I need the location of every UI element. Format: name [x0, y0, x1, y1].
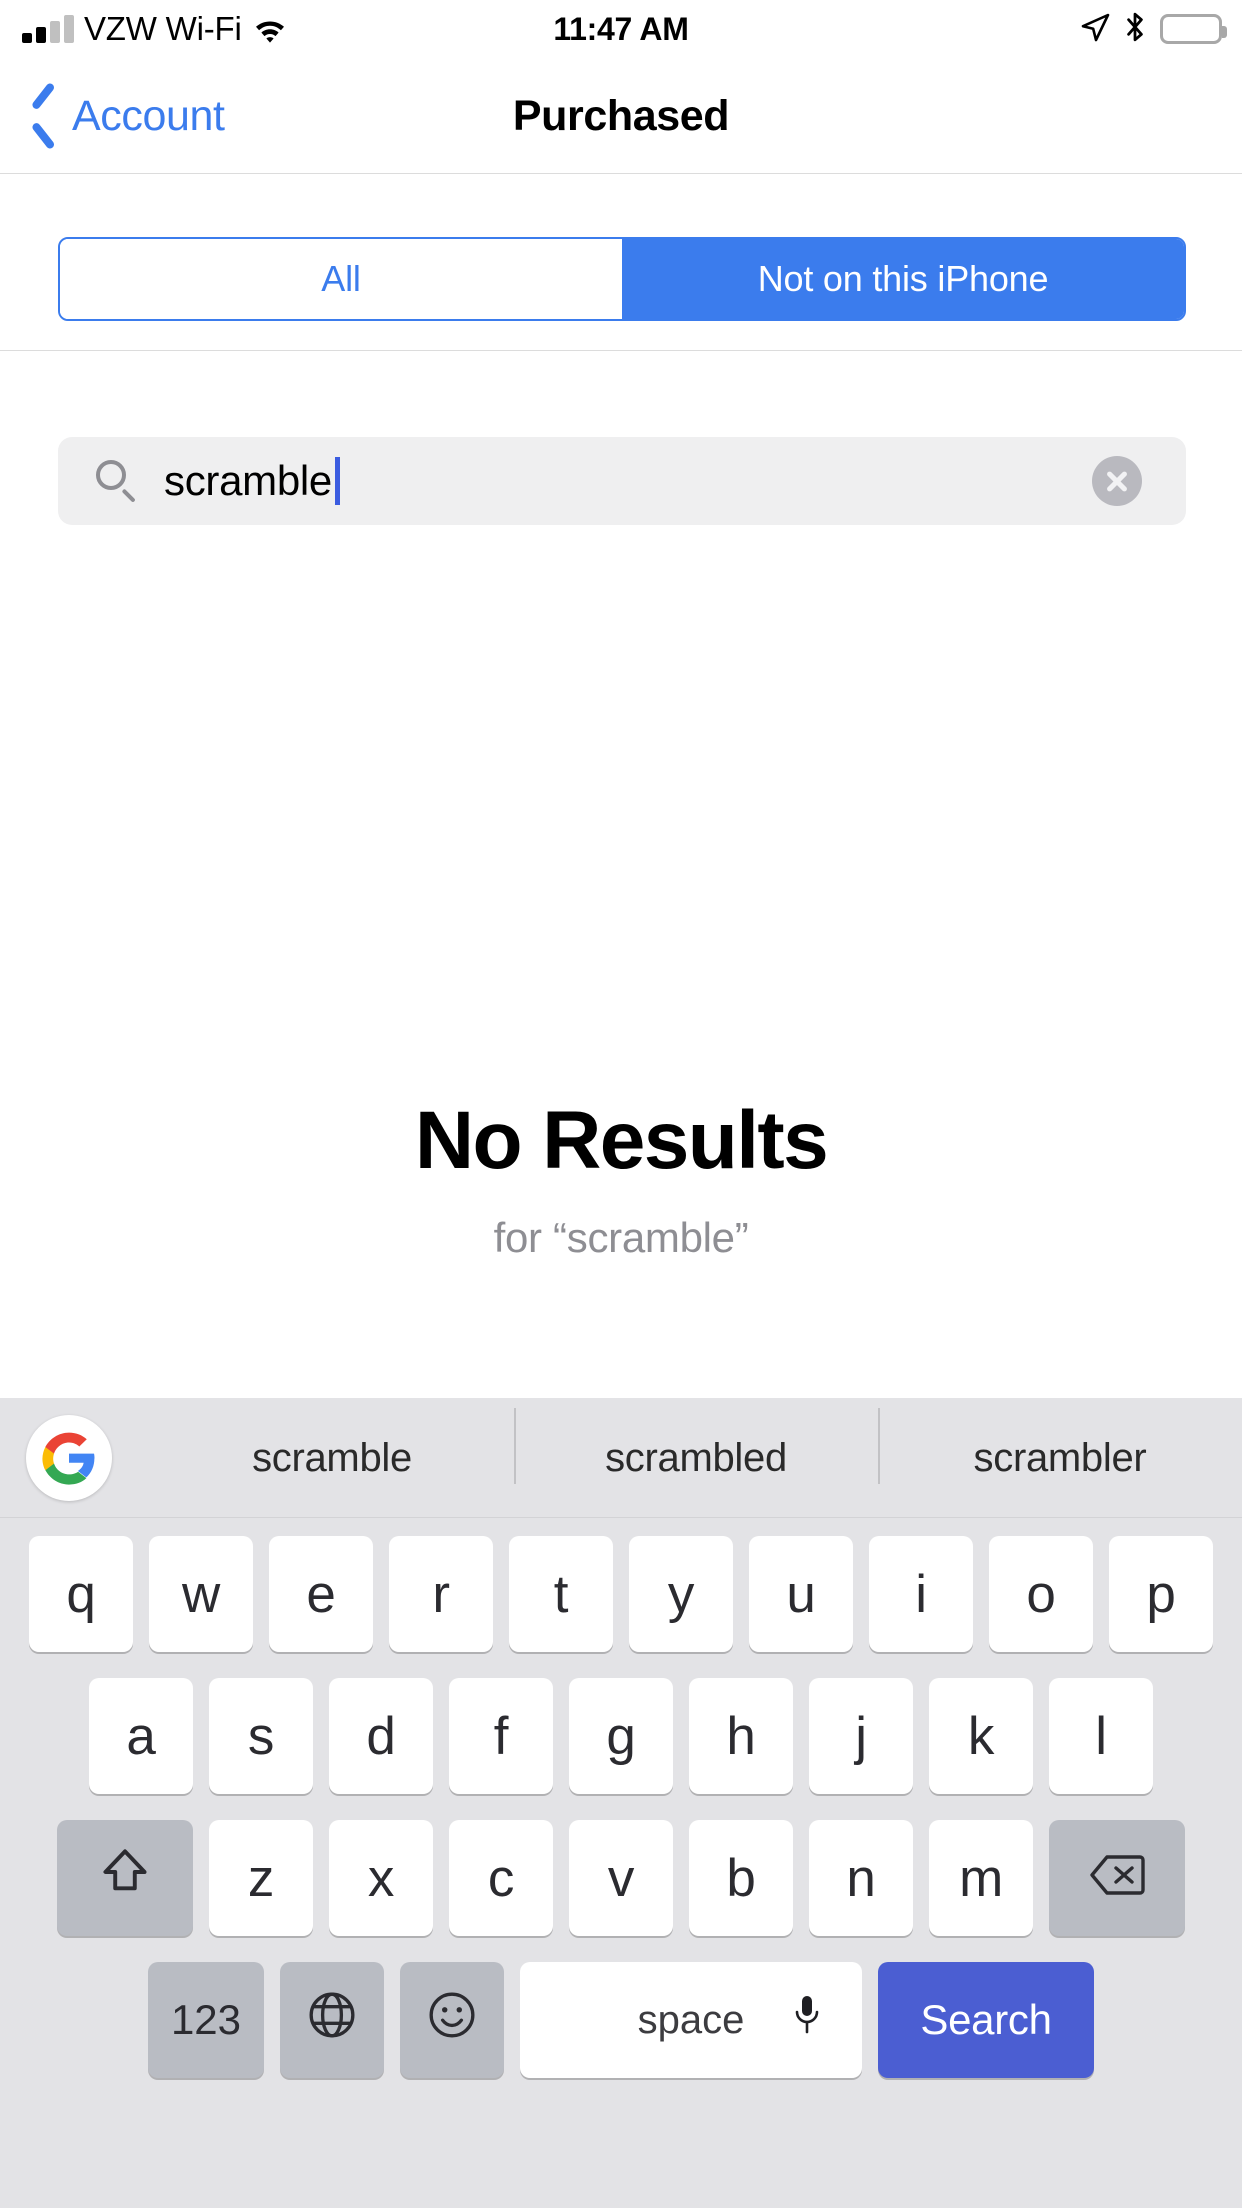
key-g[interactable]: g — [569, 1678, 673, 1794]
shift-key[interactable] — [57, 1820, 193, 1936]
empty-state: No Results for “scramble” — [0, 1100, 1242, 1262]
microphone-icon[interactable] — [794, 1994, 828, 2046]
key-l[interactable]: l — [1049, 1678, 1153, 1794]
suggestion-list: scramble scrambled scrambler — [150, 1398, 1242, 1518]
key-v[interactable]: v — [569, 1820, 673, 1936]
text-caret — [334, 457, 340, 505]
segment-all[interactable]: All — [60, 239, 622, 319]
search-key[interactable]: Search — [878, 1962, 1094, 2078]
suggestion-item-3[interactable]: scrambler — [878, 1407, 1242, 1484]
key-b[interactable]: b — [689, 1820, 793, 1936]
bluetooth-icon — [1124, 11, 1146, 48]
search-field[interactable]: scramble — [58, 437, 1186, 525]
key-h[interactable]: h — [689, 1678, 793, 1794]
app-screen: VZW Wi-Fi 11:47 AM Account Purchased All… — [0, 0, 1242, 2208]
empty-state-title: No Results — [414, 1095, 829, 1186]
status-bar: VZW Wi-Fi 11:47 AM — [0, 0, 1242, 58]
key-p[interactable]: p — [1109, 1536, 1213, 1652]
clear-search-button[interactable] — [1092, 456, 1142, 506]
keyboard-row-4: 123 space Search — [0, 1962, 1242, 2078]
purchased-filter-segmented-control[interactable]: All Not on this iPhone — [58, 237, 1186, 321]
key-u[interactable]: u — [749, 1536, 853, 1652]
key-d[interactable]: d — [329, 1678, 433, 1794]
suggestion-item-1[interactable]: scramble — [150, 1436, 514, 1481]
shift-arrow-icon — [101, 1847, 149, 1910]
keyboard-suggestion-bar: scramble scrambled scrambler — [0, 1398, 1242, 1518]
status-bar-right — [1080, 0, 1227, 58]
keyboard-row-1: q w e r t y u i o p — [0, 1536, 1242, 1652]
search-input-text[interactable]: scramble — [164, 457, 340, 505]
key-r[interactable]: r — [389, 1536, 493, 1652]
suggestion-item-2[interactable]: scrambled — [514, 1407, 878, 1484]
numbers-key[interactable]: 123 — [148, 1962, 264, 2078]
globe-language-icon — [307, 1990, 357, 2050]
segmented-control-container: All Not on this iPhone — [0, 175, 1242, 351]
key-j[interactable]: j — [809, 1678, 913, 1794]
key-t[interactable]: t — [509, 1536, 613, 1652]
emoji-smiley-icon — [427, 1990, 477, 2050]
search-icon — [94, 458, 140, 504]
backspace-key[interactable] — [1049, 1820, 1185, 1936]
navigation-bar: Account Purchased — [0, 58, 1242, 174]
key-m[interactable]: m — [929, 1820, 1033, 1936]
space-key-label: space — [637, 1997, 745, 2042]
keyboard-rows: q w e r t y u i o p a s d f g h j k l z … — [0, 1518, 1242, 2078]
key-z[interactable]: z — [209, 1820, 313, 1936]
backspace-delete-icon — [1089, 1848, 1145, 1909]
key-a[interactable]: a — [89, 1678, 193, 1794]
key-n[interactable]: n — [809, 1820, 913, 1936]
keyboard-row-2: a s d f g h j k l — [0, 1678, 1242, 1794]
key-f[interactable]: f — [449, 1678, 553, 1794]
battery-full-icon — [1160, 14, 1227, 44]
key-c[interactable]: c — [449, 1820, 553, 1936]
key-i[interactable]: i — [869, 1536, 973, 1652]
globe-key[interactable] — [280, 1962, 384, 2078]
segment-not-on-this-iphone[interactable]: Not on this iPhone — [622, 239, 1184, 319]
location-arrow-icon — [1080, 12, 1110, 47]
google-g-icon[interactable] — [26, 1414, 112, 1501]
on-screen-keyboard: scramble scrambled scrambler q w e r t y… — [0, 1398, 1242, 2208]
status-bar-time: 11:47 AM — [553, 10, 689, 47]
page-title: Purchased — [512, 91, 730, 140]
key-e[interactable]: e — [269, 1536, 373, 1652]
key-k[interactable]: k — [929, 1678, 1033, 1794]
search-input-value: scramble — [164, 457, 332, 504]
empty-state-subtitle: for “scramble” — [493, 1214, 749, 1261]
space-key[interactable]: space — [520, 1962, 862, 2078]
key-w[interactable]: w — [149, 1536, 253, 1652]
key-s[interactable]: s — [209, 1678, 313, 1794]
emoji-key[interactable] — [400, 1962, 504, 2078]
key-y[interactable]: y — [629, 1536, 733, 1652]
keyboard-row-3: z x c v b n m — [0, 1820, 1242, 1936]
key-x[interactable]: x — [329, 1820, 433, 1936]
key-q[interactable]: q — [29, 1536, 133, 1652]
key-o[interactable]: o — [989, 1536, 1093, 1652]
